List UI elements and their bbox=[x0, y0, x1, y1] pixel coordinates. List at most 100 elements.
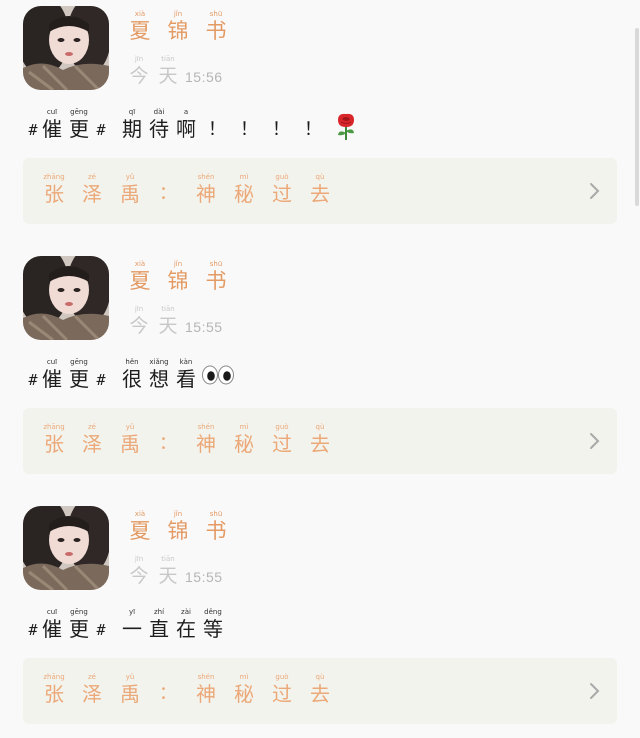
hanzi-char: 秘 bbox=[234, 182, 254, 206]
ruby-char: yǔ 禹 bbox=[117, 423, 143, 456]
hashtag-mark: # bbox=[28, 371, 38, 389]
hanzi-char: 泽 bbox=[82, 682, 102, 706]
hanzi-char: 神 bbox=[196, 182, 216, 206]
hanzi-char: 泽 bbox=[82, 182, 102, 206]
ruby-char: tiān 天 bbox=[156, 305, 180, 338]
ruby-char: shén 神 bbox=[193, 673, 219, 706]
hanzi-char: 更 bbox=[69, 367, 89, 391]
ruby-char: dài 待 bbox=[147, 108, 171, 141]
ruby-char: mì 秘 bbox=[231, 423, 257, 456]
pinyin-label: zhāng bbox=[43, 423, 65, 431]
comment-feed: xià 夏 jǐn 锦 shū 书 jīn 今 tiān 天 15:56 # cuī 催 g… bbox=[0, 0, 640, 738]
ruby-char: xià 夏 bbox=[127, 260, 153, 293]
ruby-char: guò 过 bbox=[269, 173, 295, 206]
avatar[interactable] bbox=[23, 256, 109, 340]
ruby-char: mì 秘 bbox=[231, 173, 257, 206]
pinyin-label: qī bbox=[128, 108, 136, 116]
pinyin-label: mì bbox=[239, 423, 249, 431]
exclamation-mark: ！ bbox=[240, 119, 258, 140]
hanzi-char: 天 bbox=[158, 315, 178, 337]
hanzi-char: 期 bbox=[122, 117, 142, 141]
hashtag-mark: # bbox=[96, 121, 106, 139]
author-name[interactable]: xià 夏 jǐn 锦 shū 书 bbox=[127, 10, 241, 43]
pinyin-label: mì bbox=[239, 673, 249, 681]
pinyin-label: qù bbox=[315, 423, 325, 431]
pinyin-label: cuī bbox=[46, 358, 58, 366]
pinyin-label: hěn bbox=[125, 358, 139, 366]
hanzi-char: 秘 bbox=[234, 432, 254, 456]
pinyin-label: jīn bbox=[134, 305, 144, 313]
pinyin-label: guò bbox=[275, 423, 289, 431]
hanzi-char: 催 bbox=[42, 367, 62, 391]
ruby-char: shén 神 bbox=[193, 423, 219, 456]
hanzi-char: 秘 bbox=[234, 682, 254, 706]
hanzi-char: 张 bbox=[44, 682, 64, 706]
pinyin-label: jīn bbox=[134, 55, 144, 63]
hanzi-char: 禹 bbox=[120, 432, 140, 456]
chevron-right-icon bbox=[590, 183, 600, 199]
hanzi-char: 锦 bbox=[167, 519, 189, 543]
ruby-char: ： bbox=[155, 173, 181, 206]
hanzi-char: 张 bbox=[44, 182, 64, 206]
hanzi-char: 天 bbox=[158, 65, 178, 87]
linked-story-title: zhāng 张 zé 泽 yǔ 禹 ： shén 神 mì 秘 guò 过 qù 去 bbox=[41, 423, 345, 456]
pinyin-label: cuī bbox=[46, 108, 58, 116]
linked-story-card[interactable]: zhāng 张 zé 泽 yǔ 禹 ： shén 神 mì 秘 guò 过 qù 去 bbox=[23, 408, 617, 474]
pinyin-label: jǐn bbox=[173, 260, 183, 268]
ruby-char: shū 书 bbox=[203, 260, 229, 293]
ruby-char: jǐn 锦 bbox=[165, 260, 191, 293]
ruby-char: shén 神 bbox=[193, 173, 219, 206]
ruby-char: xià 夏 bbox=[127, 10, 153, 43]
hanzi-char: 夏 bbox=[129, 519, 151, 543]
hanzi-char: 想 bbox=[149, 367, 169, 391]
exclamation-mark: ！ bbox=[272, 119, 290, 140]
pinyin-label: cuī bbox=[46, 608, 58, 616]
author-name[interactable]: xià 夏 jǐn 锦 shū 书 bbox=[127, 510, 241, 543]
hanzi-char: 在 bbox=[176, 617, 196, 641]
hashtag-mark: # bbox=[28, 121, 38, 139]
comment-text: # cuī 催 gēng 更 # yī 一 zhí 直 zài 在 děng 等 bbox=[26, 608, 228, 641]
ruby-char: zhí 直 bbox=[147, 608, 171, 641]
hanzi-char: 更 bbox=[69, 617, 89, 641]
hanzi-char: 天 bbox=[158, 565, 178, 587]
rose-icon bbox=[335, 113, 357, 141]
ruby-char: yǔ 禹 bbox=[117, 673, 143, 706]
ruby-char: jīn 今 bbox=[127, 305, 151, 338]
avatar[interactable] bbox=[23, 6, 109, 90]
hanzi-char: 去 bbox=[310, 182, 330, 206]
hanzi-char: 神 bbox=[196, 432, 216, 456]
pinyin-label: yī bbox=[128, 608, 136, 616]
hanzi-char: 一 bbox=[122, 617, 142, 641]
author-name[interactable]: xià 夏 jǐn 锦 shū 书 bbox=[127, 260, 241, 293]
hanzi-char: 过 bbox=[272, 432, 292, 456]
linked-story-card[interactable]: zhāng 张 zé 泽 yǔ 禹 ： shén 神 mì 秘 guò 过 qù 去 bbox=[23, 658, 617, 724]
hanzi-char: 等 bbox=[203, 617, 223, 641]
hanzi-char: 锦 bbox=[167, 19, 189, 43]
pinyin-label: gēng bbox=[70, 358, 88, 366]
hanzi-char: 去 bbox=[310, 682, 330, 706]
pinyin-label: zé bbox=[88, 673, 96, 681]
linked-story-card[interactable]: zhāng 张 zé 泽 yǔ 禹 ： shén 神 mì 秘 guò 过 qù 去 bbox=[23, 158, 617, 224]
hanzi-char: 今 bbox=[129, 65, 149, 87]
pinyin-label: jǐn bbox=[173, 10, 183, 18]
hanzi-char: 过 bbox=[272, 182, 292, 206]
comment-text: # cuī 催 gēng 更 # hěn 很 xiǎng 想 kàn 看 bbox=[26, 358, 235, 391]
pinyin-label: jīn bbox=[134, 555, 144, 563]
ruby-char: zé 泽 bbox=[79, 673, 105, 706]
pinyin-label: xià bbox=[134, 10, 146, 18]
pinyin-label: jǐn bbox=[173, 510, 183, 518]
time-text: 15:55 bbox=[185, 569, 223, 585]
ruby-char: xiǎng 想 bbox=[147, 358, 171, 391]
ruby-char: mì 秘 bbox=[231, 673, 257, 706]
ruby-char: děng 等 bbox=[201, 608, 225, 641]
ruby-char: jīn 今 bbox=[127, 55, 151, 88]
ruby-char: guò 过 bbox=[269, 673, 295, 706]
hanzi-char: 禹 bbox=[120, 682, 140, 706]
ruby-char: xià 夏 bbox=[127, 510, 153, 543]
time-text: 15:56 bbox=[185, 69, 223, 85]
pinyin-label: zhí bbox=[153, 608, 165, 616]
avatar[interactable] bbox=[23, 506, 109, 590]
linked-story-title: zhāng 张 zé 泽 yǔ 禹 ： shén 神 mì 秘 guò 过 qù 去 bbox=[41, 673, 345, 706]
hanzi-char: 张 bbox=[44, 432, 64, 456]
comment-item: xià 夏 jǐn 锦 shū 书 jīn 今 tiān 天 15:56 # cuī 催 g… bbox=[0, 0, 640, 250]
